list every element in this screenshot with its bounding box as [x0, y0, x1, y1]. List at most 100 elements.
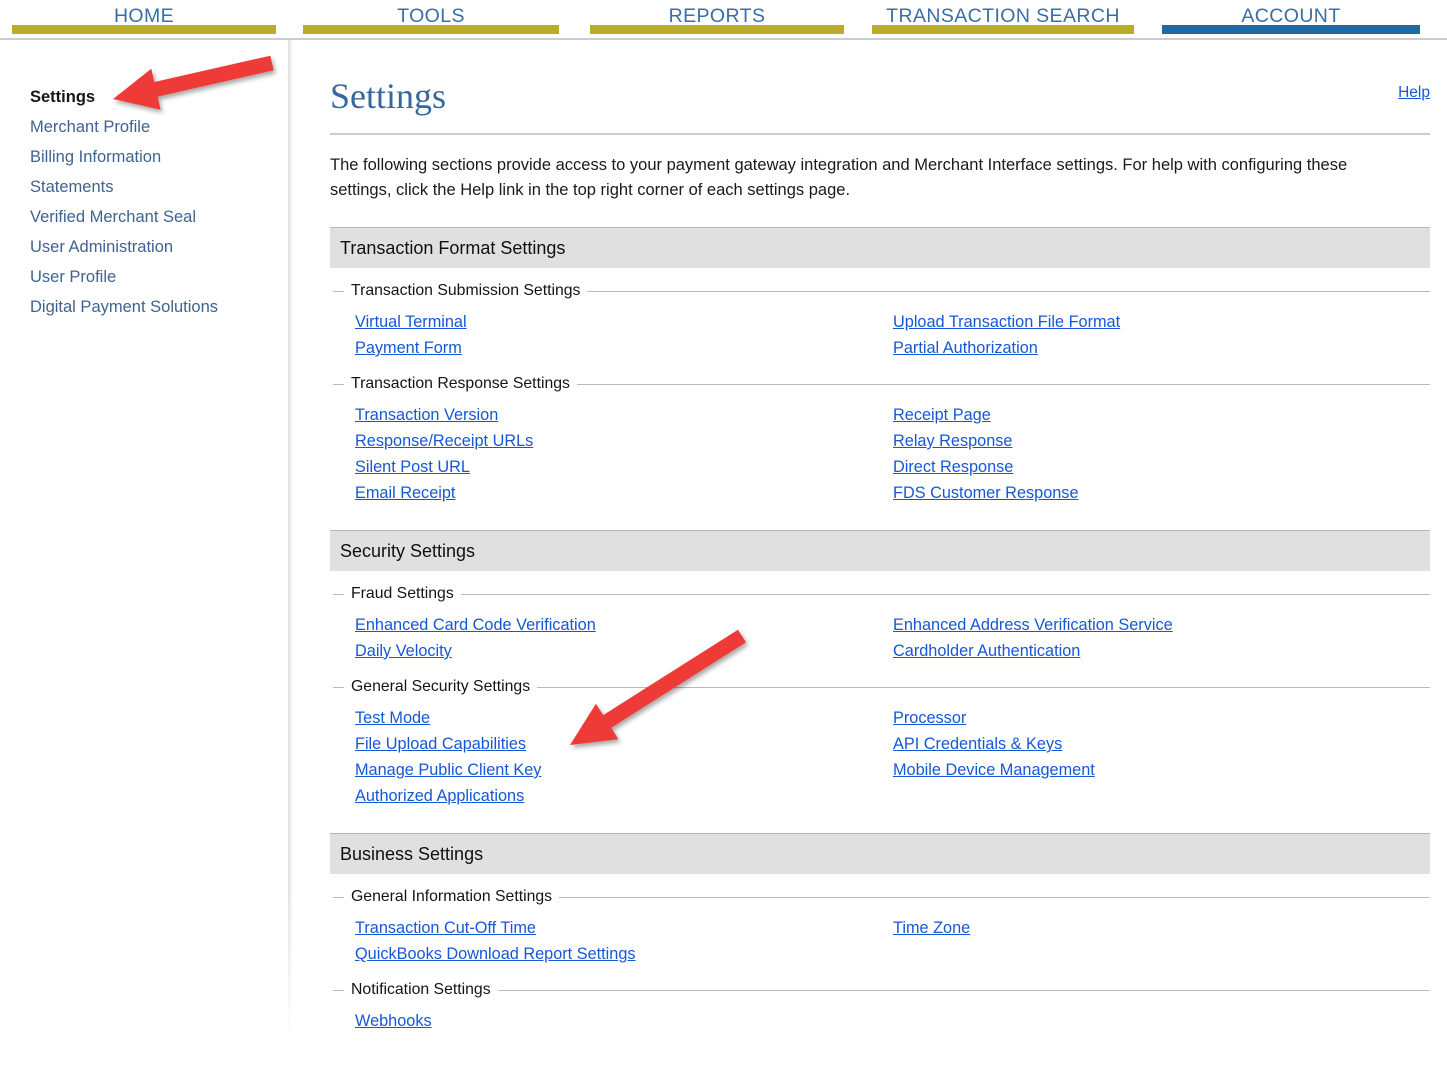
group-legend: Fraud Settings — [333, 585, 1430, 603]
group-legend-label: Fraud Settings — [351, 585, 454, 602]
sidebar-item-settings: Settings — [30, 88, 96, 106]
settings-link-direct-response[interactable]: Direct Response — [893, 454, 1013, 480]
settings-link-file-upload-capabilities[interactable]: File Upload Capabilities — [355, 731, 526, 757]
sidebar-item-digital-payment-solutions[interactable]: Digital Payment Solutions — [30, 292, 290, 322]
nav-tab-underline — [872, 25, 1134, 34]
page-body: Settings Merchant Profile Billing Informat… — [0, 40, 1447, 1085]
section-business-settings: Business Settings General Information Set… — [330, 833, 1430, 1034]
group-general-security-settings: General Security Settings Test Mode File U… — [330, 678, 1430, 809]
settings-link-fds-customer-response[interactable]: FDS Customer Response — [893, 480, 1079, 506]
sidebar-navigation: Settings Merchant Profile Billing Informat… — [0, 40, 290, 1085]
nav-tab-underline — [590, 25, 844, 34]
legend-dash-icon — [333, 686, 344, 688]
group-legend-label: General Information Settings — [351, 888, 553, 905]
settings-link-virtual-terminal[interactable]: Virtual Terminal — [355, 309, 467, 335]
legend-rule — [559, 896, 1430, 898]
link-column-right: Processor API Credentials & Keys Mobile De… — [893, 705, 1430, 809]
section-heading: Transaction Format Settings — [330, 227, 1430, 268]
link-column-left: Virtual Terminal Payment Form — [355, 309, 893, 361]
nav-tab-home[interactable]: HOME — [12, 0, 276, 38]
link-column-right: Time Zone — [893, 915, 1430, 967]
group-legend-label: Notification Settings — [351, 981, 491, 998]
sidebar-item-verified-merchant-seal[interactable]: Verified Merchant Seal — [30, 202, 290, 232]
settings-link-test-mode[interactable]: Test Mode — [355, 705, 430, 731]
settings-link-enhanced-card-code-verification[interactable]: Enhanced Card Code Verification — [355, 612, 596, 638]
legend-rule — [576, 383, 1430, 385]
group-legend: General Information Settings — [333, 888, 1430, 906]
link-column-right: Upload Transaction File Format Partial Au… — [893, 309, 1430, 361]
sidebar-content-divider — [288, 40, 293, 1040]
intro-paragraph: The following sections provide access to… — [330, 156, 1348, 199]
link-column-left: Enhanced Card Code Verification Daily Vel… — [355, 612, 893, 664]
settings-link-time-zone[interactable]: Time Zone — [893, 915, 970, 941]
group-notification-settings: Notification Settings Webhooks — [330, 981, 1430, 1034]
help-link[interactable]: Help — [1398, 84, 1430, 102]
sidebar-item-billing-information[interactable]: Billing Information — [30, 142, 290, 172]
sidebar-item-user-administration[interactable]: User Administration — [30, 232, 290, 262]
settings-link-upload-transaction-file-format[interactable]: Upload Transaction File Format — [893, 309, 1120, 335]
group-link-columns: Transaction Version Response/Receipt URLs… — [333, 402, 1430, 506]
group-transaction-submission-settings: Transaction Submission Settings Virtual T… — [330, 282, 1430, 361]
group-legend: Transaction Response Settings — [333, 375, 1430, 393]
settings-link-enhanced-address-verification-service[interactable]: Enhanced Address Verification Service — [893, 612, 1173, 638]
settings-link-transaction-version[interactable]: Transaction Version — [355, 402, 498, 428]
section-transaction-format-settings: Transaction Format Settings Transaction S… — [330, 227, 1430, 506]
settings-link-webhooks[interactable]: Webhooks — [355, 1008, 432, 1034]
nav-tab-reports[interactable]: REPORTS — [590, 0, 844, 38]
settings-link-manage-public-client-key[interactable]: Manage Public Client Key — [355, 757, 541, 783]
page-header: Settings Help — [330, 74, 1430, 124]
sidebar-item-user-profile[interactable]: User Profile — [30, 262, 290, 292]
sidebar-item-statements[interactable]: Statements — [30, 172, 290, 202]
legend-dash-icon — [333, 383, 344, 385]
settings-link-payment-form[interactable]: Payment Form — [355, 335, 462, 361]
settings-link-processor[interactable]: Processor — [893, 705, 966, 731]
nav-tab-account[interactable]: ACCOUNT — [1162, 0, 1420, 38]
legend-rule — [460, 593, 1430, 595]
link-column-right — [893, 1008, 1430, 1034]
nav-tab-transaction-search[interactable]: TRANSACTION SEARCH — [872, 0, 1134, 38]
group-link-columns: Transaction Cut-Off Time QuickBooks Downl… — [333, 915, 1430, 967]
settings-link-daily-velocity[interactable]: Daily Velocity — [355, 638, 452, 664]
main-navigation-bar: HOME TOOLS REPORTS TRANSACTION SEARCH ACCOUN… — [0, 0, 1447, 40]
settings-link-receipt-page[interactable]: Receipt Page — [893, 402, 991, 428]
settings-link-silent-post-url[interactable]: Silent Post URL — [355, 454, 470, 480]
legend-dash-icon — [333, 989, 344, 991]
legend-rule — [497, 989, 1430, 991]
nav-tab-underline — [1162, 25, 1420, 34]
link-column-left: Transaction Version Response/Receipt URLs… — [355, 402, 893, 506]
link-column-right: Enhanced Address Verification Service Car… — [893, 612, 1430, 664]
group-link-columns: Test Mode File Upload Capabilities Manage … — [333, 705, 1430, 809]
settings-link-email-receipt[interactable]: Email Receipt — [355, 480, 455, 506]
settings-link-transaction-cut-off-time[interactable]: Transaction Cut-Off Time — [355, 915, 536, 941]
sidebar-item-merchant-profile[interactable]: Merchant Profile — [30, 112, 290, 142]
group-general-information-settings: General Information Settings Transaction … — [330, 888, 1430, 967]
group-legend-label: Transaction Response Settings — [351, 375, 570, 392]
content-inner: Settings Help The following sections pro… — [300, 40, 1447, 1034]
main-content: Settings Help The following sections pro… — [300, 40, 1447, 1085]
settings-sections: Transaction Format Settings Transaction S… — [330, 227, 1430, 1034]
section-heading: Business Settings — [330, 833, 1430, 874]
nav-tab-underline — [303, 25, 559, 34]
settings-link-api-credentials-keys[interactable]: API Credentials & Keys — [893, 731, 1062, 757]
page-title: Settings — [330, 76, 447, 116]
group-legend: Notification Settings — [333, 981, 1430, 999]
group-legend-label: General Security Settings — [351, 678, 531, 695]
group-link-columns: Enhanced Card Code Verification Daily Vel… — [333, 612, 1430, 664]
settings-link-mobile-device-management[interactable]: Mobile Device Management — [893, 757, 1095, 783]
title-divider — [330, 133, 1430, 135]
legend-rule — [537, 686, 1430, 688]
settings-link-partial-authorization[interactable]: Partial Authorization — [893, 335, 1038, 361]
group-link-columns: Webhooks — [333, 1008, 1430, 1034]
group-legend: General Security Settings — [333, 678, 1430, 696]
link-column-left: Test Mode File Upload Capabilities Manage … — [355, 705, 893, 809]
nav-tab-tools[interactable]: TOOLS — [303, 0, 559, 38]
settings-link-relay-response[interactable]: Relay Response — [893, 428, 1012, 454]
settings-link-response-receipt-urls[interactable]: Response/Receipt URLs — [355, 428, 533, 454]
settings-link-authorized-applications[interactable]: Authorized Applications — [355, 783, 524, 809]
link-column-right: Receipt Page Relay Response Direct Respons… — [893, 402, 1430, 506]
legend-rule — [587, 290, 1430, 292]
section-heading: Security Settings — [330, 530, 1430, 571]
group-transaction-response-settings: Transaction Response Settings Transaction… — [330, 375, 1430, 506]
settings-link-quickbooks-download-report-settings[interactable]: QuickBooks Download Report Settings — [355, 941, 636, 967]
settings-link-cardholder-authentication[interactable]: Cardholder Authentication — [893, 638, 1080, 664]
